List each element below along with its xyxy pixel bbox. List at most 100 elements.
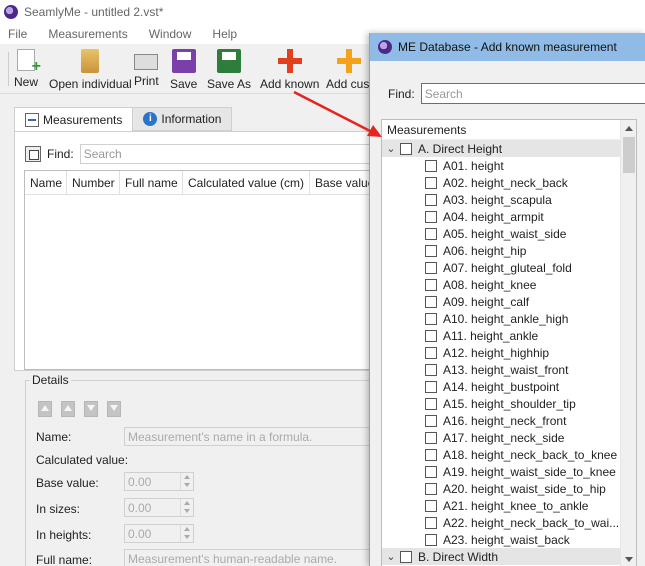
item-checkbox[interactable] [425, 346, 437, 359]
tree-item[interactable]: A21. height_knee_to_ankle [382, 497, 620, 514]
in-heights-spinbox[interactable]: 0.00 [124, 524, 194, 543]
open-folder-icon [81, 49, 100, 73]
item-checkbox[interactable] [425, 414, 437, 427]
move-up-icon[interactable] [61, 401, 75, 417]
tree-item[interactable]: A06. height_hip [382, 242, 620, 259]
tree-item[interactable]: A12. height_highhip [382, 344, 620, 361]
item-checkbox[interactable] [425, 448, 437, 461]
tab-information[interactable]: i Information [132, 107, 233, 131]
menu-file[interactable]: File [6, 26, 29, 42]
tree-item[interactable]: A13. height_waist_front [382, 361, 620, 378]
column-header-number[interactable]: Number [67, 171, 120, 194]
column-header-full-name[interactable]: Full name [120, 171, 183, 194]
tree-item[interactable]: A20. height_waist_side_to_hip [382, 480, 620, 497]
item-checkbox[interactable] [425, 499, 437, 512]
item-checkbox[interactable] [425, 380, 437, 393]
dialog-title-bar[interactable]: ME Database - Add known measurement [370, 33, 645, 61]
measurements-tree[interactable]: Measurements ⌄ A. Direct Height A01. hei… [381, 119, 637, 566]
new-button-label: New [14, 75, 39, 89]
save-as-button[interactable]: Save As [207, 46, 251, 92]
group-checkbox[interactable] [400, 142, 412, 155]
menu-help[interactable]: Help [210, 26, 239, 42]
tree-item[interactable]: A10. height_ankle_high [382, 310, 620, 327]
save-as-button-label: Save As [207, 77, 252, 91]
tree-scrollbar[interactable] [620, 120, 636, 566]
base-value-spinbox[interactable]: 0.00 [124, 472, 194, 491]
main-search-input[interactable] [79, 144, 380, 164]
new-button[interactable]: New [14, 46, 41, 92]
move-bottom-icon[interactable] [107, 401, 121, 417]
tree-item[interactable]: A17. height_neck_side [382, 429, 620, 446]
menu-window[interactable]: Window [147, 26, 194, 42]
name-field[interactable]: Measurement's name in a formula. [124, 427, 384, 446]
item-checkbox[interactable] [425, 312, 437, 325]
dialog-search-input[interactable] [420, 83, 645, 104]
tree-item[interactable]: A01. height [382, 157, 620, 174]
tree-item[interactable]: A02. height_neck_back [382, 174, 620, 191]
tree-item[interactable]: A16. height_neck_front [382, 412, 620, 429]
item-checkbox[interactable] [425, 227, 437, 240]
tree-item[interactable]: A11. height_ankle [382, 327, 620, 344]
item-checkbox[interactable] [425, 176, 437, 189]
tree-item[interactable]: A23. height_waist_back [382, 531, 620, 548]
item-checkbox[interactable] [425, 465, 437, 478]
item-checkbox[interactable] [425, 329, 437, 342]
tree-item-label: A10. height_ankle_high [443, 311, 569, 326]
item-checkbox[interactable] [425, 431, 437, 444]
item-checkbox[interactable] [425, 363, 437, 376]
open-individual-button[interactable]: Open individual [49, 46, 132, 92]
item-checkbox[interactable] [425, 533, 437, 546]
clipboard-icon[interactable] [25, 146, 41, 162]
tree-item[interactable]: A18. height_neck_back_to_knee [382, 446, 620, 463]
item-checkbox[interactable] [425, 482, 437, 495]
tree-item[interactable]: A19. height_waist_side_to_knee [382, 463, 620, 480]
column-header-calculated-value[interactable]: Calculated value (cm) [183, 171, 310, 194]
tree-item[interactable]: A22. height_neck_back_to_wai... [382, 514, 620, 531]
tree-item[interactable]: A05. height_waist_side [382, 225, 620, 242]
spin-arrows-icon[interactable] [180, 473, 193, 490]
tree-item[interactable]: A09. height_calf [382, 293, 620, 310]
scroll-down-icon[interactable] [621, 552, 636, 566]
scroll-thumb[interactable] [623, 137, 635, 173]
dialog-find-label: Find: [388, 86, 415, 101]
spin-arrows-icon[interactable] [180, 525, 193, 542]
tree-item[interactable]: A08. height_knee [382, 276, 620, 293]
spin-arrows-icon[interactable] [180, 499, 193, 516]
in-heights-text: 0.00 [128, 527, 152, 541]
tree-item[interactable]: A14. height_bustpoint [382, 378, 620, 395]
item-checkbox[interactable] [425, 295, 437, 308]
item-checkbox[interactable] [425, 159, 437, 172]
item-checkbox[interactable] [425, 516, 437, 529]
add-custom-plus-icon [337, 49, 362, 73]
item-checkbox[interactable] [425, 278, 437, 291]
chevron-down-icon[interactable]: ⌄ [382, 142, 400, 155]
print-button[interactable]: Print [134, 46, 159, 92]
save-button[interactable]: Save [170, 46, 197, 92]
column-header-name[interactable]: Name [25, 171, 67, 194]
item-checkbox[interactable] [425, 193, 437, 206]
item-checkbox[interactable] [425, 397, 437, 410]
tree-group-direct-width[interactable]: ⌄ B. Direct Width [382, 548, 620, 565]
tab-measurements[interactable]: Measurements [14, 107, 134, 132]
chevron-down-icon[interactable]: ⌄ [382, 550, 400, 563]
main-tabs: Measurements i Information [14, 107, 233, 132]
item-checkbox[interactable] [425, 210, 437, 223]
move-down-icon[interactable] [84, 401, 98, 417]
tree-group-direct-height[interactable]: ⌄ A. Direct Height [382, 140, 620, 157]
measurements-table[interactable]: Name Number Full name Calculated value (… [24, 170, 394, 370]
add-known-button[interactable]: Add known [260, 46, 319, 92]
dialog-find-row: Find: [388, 83, 645, 104]
item-checkbox[interactable] [425, 261, 437, 274]
tree-item[interactable]: A03. height_scapula [382, 191, 620, 208]
item-checkbox[interactable] [425, 244, 437, 257]
move-top-icon[interactable] [38, 401, 52, 417]
menu-measurements[interactable]: Measurements [46, 26, 129, 42]
group-checkbox[interactable] [400, 550, 412, 563]
in-sizes-spinbox[interactable]: 0.00 [124, 498, 194, 517]
full-name-field[interactable]: Measurement's human-readable name. [124, 549, 384, 566]
tree-item[interactable]: A04. height_armpit [382, 208, 620, 225]
tree-item[interactable]: A15. height_shoulder_tip [382, 395, 620, 412]
add-custom-button[interactable]: Add cust [326, 46, 373, 92]
tree-item[interactable]: A07. height_gluteal_fold [382, 259, 620, 276]
scroll-up-icon[interactable] [621, 120, 636, 136]
